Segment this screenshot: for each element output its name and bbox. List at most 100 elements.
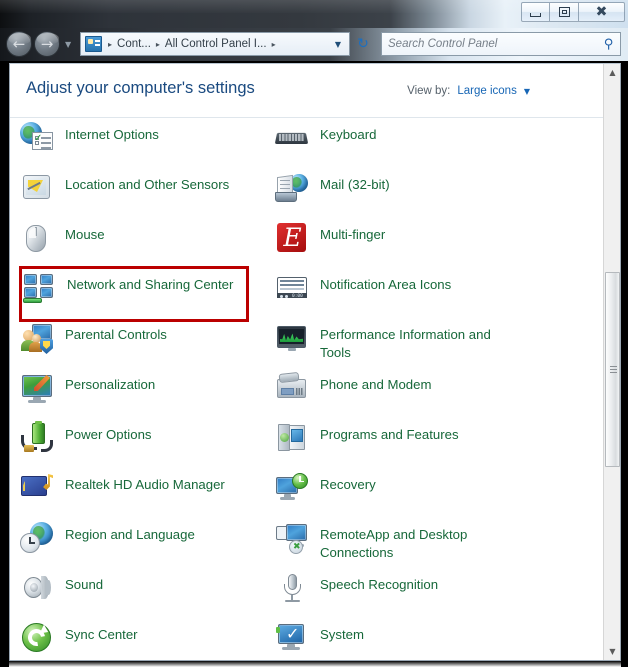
location-sensors-icon (20, 171, 54, 205)
control-panel-item-label: Internet Options (65, 127, 159, 142)
control-panel-item-label: Sound (65, 577, 104, 592)
internet-options-icon: ✓ (20, 121, 54, 155)
breadcrumb-separator: ▸ (108, 39, 113, 49)
control-panel-item-power-options[interactable]: Power Options (20, 419, 280, 469)
back-arrow-icon: ← (12, 34, 26, 53)
speech-recognition-icon (275, 571, 309, 605)
view-by-value[interactable]: Large icons (457, 85, 516, 97)
control-panel-item-keyboard[interactable]: Keyboard (274, 119, 535, 169)
phone-modem-icon (275, 371, 309, 405)
control-panel-item-mouse[interactable]: Mouse (20, 219, 280, 269)
scroll-up-button[interactable]: ▲ (604, 64, 620, 81)
control-panel-item-label: Power Options (65, 427, 152, 442)
breadcrumb-separator: ▸ (155, 39, 160, 49)
control-panel-item-system[interactable]: ✓ System (275, 619, 535, 660)
mail-icon (275, 171, 309, 205)
maximize-button[interactable] (550, 2, 579, 22)
notification-area-icon: 0:00 (275, 271, 309, 305)
control-panel-item-label: Network and Sharing Center (67, 277, 234, 292)
network-sharing-icon (22, 271, 56, 305)
control-panel-item-realtek-hd-audio-manager[interactable]: Realtek HD Audio Manager (20, 469, 280, 519)
scrollbar-thumb[interactable] (605, 272, 620, 467)
control-panel-item-personalization[interactable]: Personalization (20, 369, 280, 419)
close-button[interactable]: ✖ (579, 2, 625, 22)
control-panel-item-label: Region and Language (65, 527, 195, 542)
control-panel-item-notification-area-icons[interactable]: 0:00 Notification Area Icons (275, 269, 535, 319)
performance-info-icon (275, 321, 309, 355)
items-column-left: ✓ Internet Options Location and Other Sens… (19, 119, 280, 660)
personalization-icon (20, 371, 54, 405)
control-panel-item-label: Realtek HD Audio Manager (65, 477, 225, 492)
control-panel-item-parental-controls[interactable]: Parental Controls (20, 319, 280, 369)
control-panel-item-label: Speech Recognition (320, 577, 439, 592)
scroll-down-icon: ▼ (609, 647, 616, 656)
items-column-right: Keyboard Mail (32-bit) E Multi-finger 0:00 No… (274, 119, 535, 660)
control-panel-item-internet-options[interactable]: ✓ Internet Options (20, 119, 280, 169)
control-panel-item-label: Recovery (320, 477, 376, 492)
navigation-buttons: ← → ▼ (6, 31, 71, 57)
control-panel-item-programs-and-features[interactable]: Programs and Features (275, 419, 535, 469)
breadcrumb[interactable]: ▸ Cont... ▸ All Control Panel I... ▸ ▼ (80, 32, 350, 56)
breadcrumb-dropdown-icon[interactable]: ▼ (335, 40, 347, 49)
control-panel-item-label: Multi-finger (320, 227, 386, 242)
realtek-audio-icon (20, 471, 54, 505)
minimize-button[interactable] (521, 2, 550, 22)
control-panel-item-phone-and-modem[interactable]: Phone and Modem (275, 369, 535, 419)
minimize-icon (530, 12, 541, 17)
control-panel-item-sync-center[interactable]: Sync Center (20, 619, 280, 660)
refresh-button[interactable]: ↻ (352, 33, 374, 55)
bottom-edge-fade (9, 661, 621, 667)
system-icon: ✓ (275, 621, 309, 655)
control-panel-item-label: Location and Other Sensors (65, 177, 230, 192)
region-language-icon (20, 521, 54, 555)
view-by-control: View by: Large icons ▼ (407, 85, 530, 97)
window-controls: ✖ (521, 2, 625, 22)
close-icon: ✖ (595, 4, 608, 20)
scroll-up-icon: ▲ (609, 68, 616, 77)
control-panel-item-label: Mouse (65, 227, 105, 242)
keyboard-icon (274, 121, 309, 155)
control-panel-item-region-and-language[interactable]: Region and Language (20, 519, 280, 569)
control-panel-item-label: Performance Information and Tools (320, 327, 491, 360)
control-panel-item-label: Personalization (65, 377, 156, 392)
parental-controls-icon (20, 321, 54, 355)
programs-features-icon (275, 421, 309, 455)
breadcrumb-item-control-panel[interactable]: Cont... (115, 38, 153, 50)
mouse-icon (20, 221, 54, 255)
control-panel-item-speech-recognition[interactable]: Speech Recognition (275, 569, 535, 619)
control-panel-item-mail-32-bit[interactable]: Mail (32-bit) (275, 169, 535, 219)
control-panel-item-remoteapp-and-desktop-connections[interactable]: ✖ RemoteApp and Desktop Connections (275, 519, 535, 569)
vertical-scrollbar[interactable]: ▲ ▼ (603, 64, 620, 660)
forward-button[interactable]: → (34, 31, 60, 57)
control-panel-icon (85, 36, 102, 52)
control-panel-item-sound[interactable]: Sound (20, 569, 280, 619)
control-panel-item-label: RemoteApp and Desktop Connections (320, 527, 468, 560)
control-panel-item-label: System (320, 627, 364, 642)
address-bar: ← → ▼ ▸ Cont... ▸ All Control Panel I...… (0, 28, 628, 61)
chevron-down-icon[interactable]: ▼ (524, 87, 530, 96)
breadcrumb-item-all-items[interactable]: All Control Panel I... (163, 38, 269, 50)
page-title: Adjust your computer's settings (26, 79, 255, 97)
control-panel-item-recovery[interactable]: Recovery (275, 469, 535, 519)
control-panel-item-label: Parental Controls (65, 327, 167, 342)
recent-pages-chevron-icon[interactable]: ▼ (65, 40, 71, 49)
control-panel-item-label: Phone and Modem (320, 377, 432, 392)
control-panel-item-multi-finger[interactable]: E Multi-finger (275, 219, 535, 269)
scroll-down-button[interactable]: ▼ (604, 643, 620, 660)
control-panel-item-label: Programs and Features (320, 427, 459, 442)
remoteapp-desktop-icon: ✖ (275, 521, 309, 555)
control-panel-item-location-and-other-sensors[interactable]: Location and Other Sensors (20, 169, 280, 219)
control-panel-items-grid: ✓ Internet Options Location and Other Sens… (10, 119, 602, 660)
sync-center-icon (20, 621, 54, 655)
back-button[interactable]: ← (6, 31, 32, 57)
control-panel-item-label: Keyboard (320, 127, 377, 142)
search-box[interactable]: ⚲ (381, 32, 621, 56)
control-panel-item-label: Mail (32-bit) (320, 177, 390, 192)
title-bar: ✖ (0, 0, 628, 28)
control-panel-item-network-and-sharing-center[interactable]: Network and Sharing Center (19, 266, 249, 322)
restore-icon (558, 7, 570, 17)
control-panel-item-performance-information-and-tools[interactable]: Performance Information and Tools (275, 319, 535, 369)
breadcrumb-separator-trailing[interactable]: ▸ (269, 40, 279, 49)
forward-arrow-icon: → (40, 34, 54, 53)
search-input[interactable] (388, 38, 605, 50)
